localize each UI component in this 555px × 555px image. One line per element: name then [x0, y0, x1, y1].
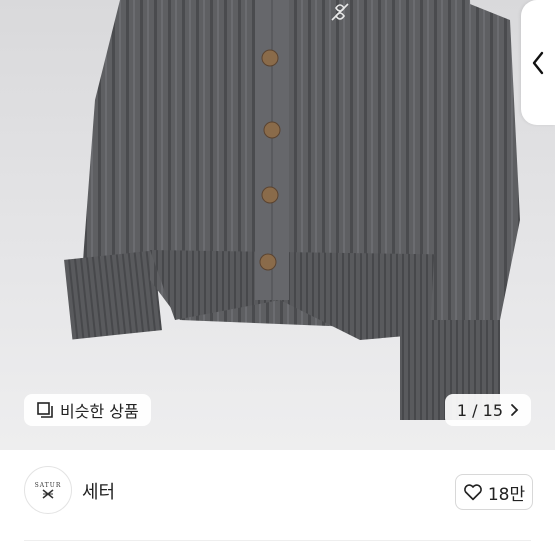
- divider: [24, 540, 531, 541]
- logo-icon: [42, 488, 54, 499]
- prev-image-button[interactable]: [521, 0, 555, 125]
- similar-products-button[interactable]: 비슷한 상품: [24, 394, 151, 426]
- avatar-logo-text: SATUR: [34, 481, 62, 489]
- heart-icon: [464, 484, 482, 501]
- like-button[interactable]: 18만: [455, 474, 533, 510]
- product-title: 세터: [82, 482, 116, 503]
- chevron-right-icon: [511, 404, 519, 416]
- similar-items-icon: [37, 402, 53, 418]
- cardigan-illustration: [64, 0, 520, 420]
- similar-products-label: 비슷한 상품: [60, 402, 139, 421]
- chevron-left-icon: [532, 51, 544, 74]
- image-counter[interactable]: 1 / 15: [444, 394, 531, 426]
- product-image[interactable]: 비슷한 상품 1 / 15: [0, 0, 555, 450]
- like-count: 18만: [487, 484, 526, 505]
- image-counter-label: 1 / 15: [456, 400, 503, 420]
- shop-avatar[interactable]: SATUR: [24, 466, 72, 514]
